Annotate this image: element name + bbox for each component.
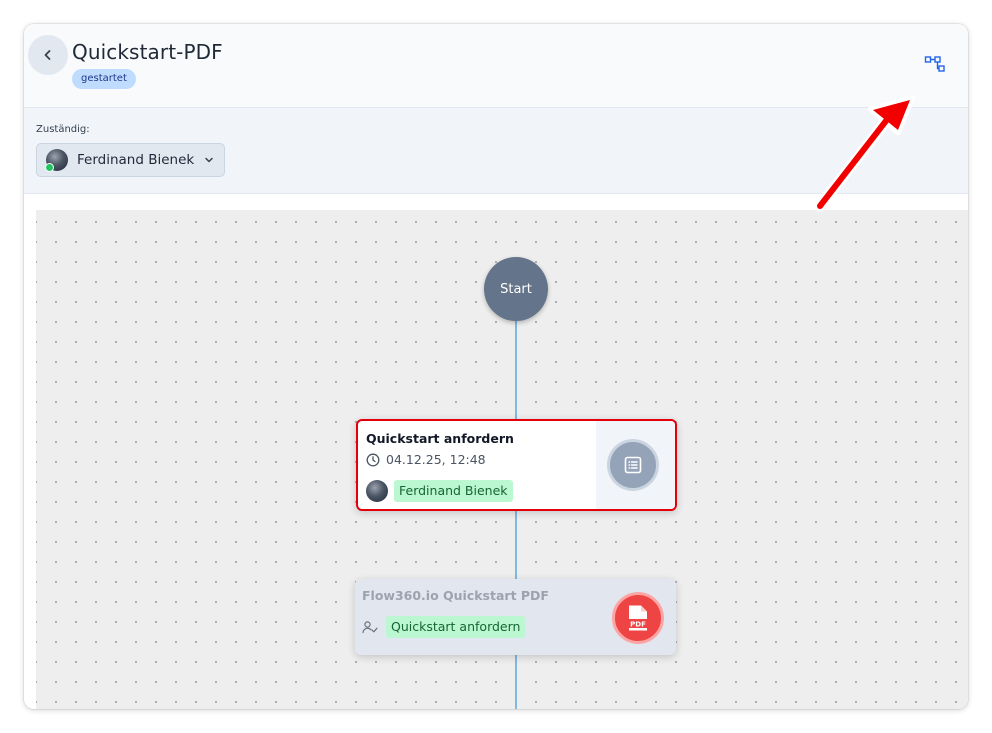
online-status-dot xyxy=(45,163,54,172)
assignee-dropdown[interactable]: Ferdinand Bienek xyxy=(36,143,225,177)
page-header: Quickstart-PDF gestartet xyxy=(24,24,968,108)
avatar xyxy=(45,149,68,172)
assignee-section: Zuständig: Ferdinand Bienek xyxy=(24,108,968,194)
user-check-icon xyxy=(362,621,378,634)
connector-line xyxy=(515,321,517,419)
workflow-tree-button[interactable] xyxy=(922,51,948,77)
avatar xyxy=(366,480,388,502)
task-icon-panel xyxy=(596,421,675,509)
page-title: Quickstart-PDF xyxy=(72,40,223,64)
pdf-source-row: Quickstart anfordern xyxy=(362,616,526,638)
task-assignee: Ferdinand Bienek xyxy=(366,480,513,502)
pdf-node-quickstart[interactable]: Flow360.io Quickstart PDF Quickstart anf… xyxy=(355,579,676,655)
pdf-node-title: Flow360.io Quickstart PDF xyxy=(362,588,549,603)
svg-text:PDF: PDF xyxy=(630,620,646,628)
start-node[interactable]: Start xyxy=(484,257,548,321)
assignee-label: Zuständig: xyxy=(36,124,90,135)
back-button[interactable] xyxy=(28,35,68,75)
flow-canvas[interactable]: Start Quickstart anfordern 04.12.25, 12:… xyxy=(36,210,968,709)
connector-line xyxy=(515,655,517,709)
source-task-chip: Quickstart anfordern xyxy=(386,616,526,638)
connector-line xyxy=(515,507,517,579)
pdf-file-icon: PDF xyxy=(612,592,664,644)
workflow-tree-icon xyxy=(924,56,945,72)
clock-icon xyxy=(366,453,380,466)
status-badge: gestartet xyxy=(72,69,136,89)
chevron-left-icon xyxy=(44,50,51,60)
process-window: Quickstart-PDF gestartet Zuständig: Ferd… xyxy=(24,24,968,709)
task-timestamp: 04.12.25, 12:48 xyxy=(386,452,486,467)
assignee-name: Ferdinand Bienek xyxy=(77,152,195,168)
assignee-chip: Ferdinand Bienek xyxy=(394,480,513,502)
task-time-row: 04.12.25, 12:48 xyxy=(366,452,486,467)
form-list-icon xyxy=(607,439,659,491)
task-title: Quickstart anfordern xyxy=(366,431,514,446)
task-node-quickstart-anfordern[interactable]: Quickstart anfordern 04.12.25, 12:48 Fer… xyxy=(356,419,677,511)
chevron-down-icon xyxy=(204,155,214,165)
